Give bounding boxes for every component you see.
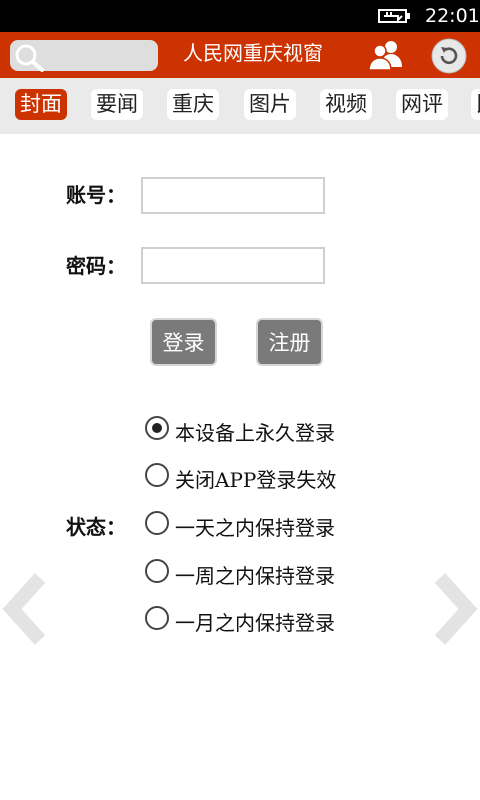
radio-label: 本设备上永久登录: [175, 420, 335, 445]
radio-label: 关闭APP登录失效: [175, 467, 337, 492]
users-icon[interactable]: [368, 39, 404, 71]
radio-button[interactable]: [145, 606, 169, 630]
radio-button[interactable]: [145, 511, 169, 535]
radio-option-permanent[interactable]: 本设备上永久登录: [145, 413, 335, 445]
radio-label: 一天之内保持登录: [175, 515, 335, 540]
login-button[interactable]: 登录: [150, 318, 217, 366]
tab-chongqing[interactable]: 重庆: [167, 89, 219, 120]
previous-arrow-icon[interactable]: [0, 570, 48, 648]
search-icon: [15, 44, 44, 72]
search-box[interactable]: [10, 40, 158, 72]
tab-bar: 封面 要闻 重庆 图片 视频 网评 民: [0, 78, 480, 134]
radio-option-close-app[interactable]: 关闭APP登录失效: [145, 460, 337, 492]
app-title: 人民网重庆视窗: [183, 41, 323, 65]
password-label: 密码：: [66, 254, 126, 278]
refresh-icon[interactable]: [431, 38, 467, 74]
state-label: 状态：: [66, 515, 126, 539]
clock: 22:01: [425, 5, 480, 27]
tab-cover[interactable]: 封面: [15, 89, 67, 120]
radio-button[interactable]: [145, 416, 169, 440]
register-button[interactable]: 注册: [256, 318, 323, 366]
radio-button[interactable]: [145, 559, 169, 583]
next-arrow-icon[interactable]: [432, 570, 480, 648]
radio-option-one-week[interactable]: 一周之内保持登录: [145, 556, 335, 588]
battery-charging-icon: [378, 9, 410, 23]
tab-headlines[interactable]: 要闻: [91, 89, 143, 120]
tab-commentary[interactable]: 网评: [396, 89, 448, 120]
tab-pictures[interactable]: 图片: [244, 89, 296, 120]
radio-button[interactable]: [145, 463, 169, 487]
radio-option-one-day[interactable]: 一天之内保持登录: [145, 508, 335, 540]
status-bar: 22:01: [0, 0, 480, 32]
account-label: 账号：: [66, 183, 126, 207]
radio-option-one-month[interactable]: 一月之内保持登录: [145, 603, 335, 635]
password-field[interactable]: [141, 247, 325, 284]
radio-label: 一月之内保持登录: [175, 610, 335, 635]
tab-more[interactable]: 民: [471, 89, 480, 120]
tab-video[interactable]: 视频: [320, 89, 372, 120]
account-field[interactable]: [141, 177, 325, 214]
app-header: 人民网重庆视窗: [0, 32, 480, 78]
radio-label: 一周之内保持登录: [175, 563, 335, 588]
